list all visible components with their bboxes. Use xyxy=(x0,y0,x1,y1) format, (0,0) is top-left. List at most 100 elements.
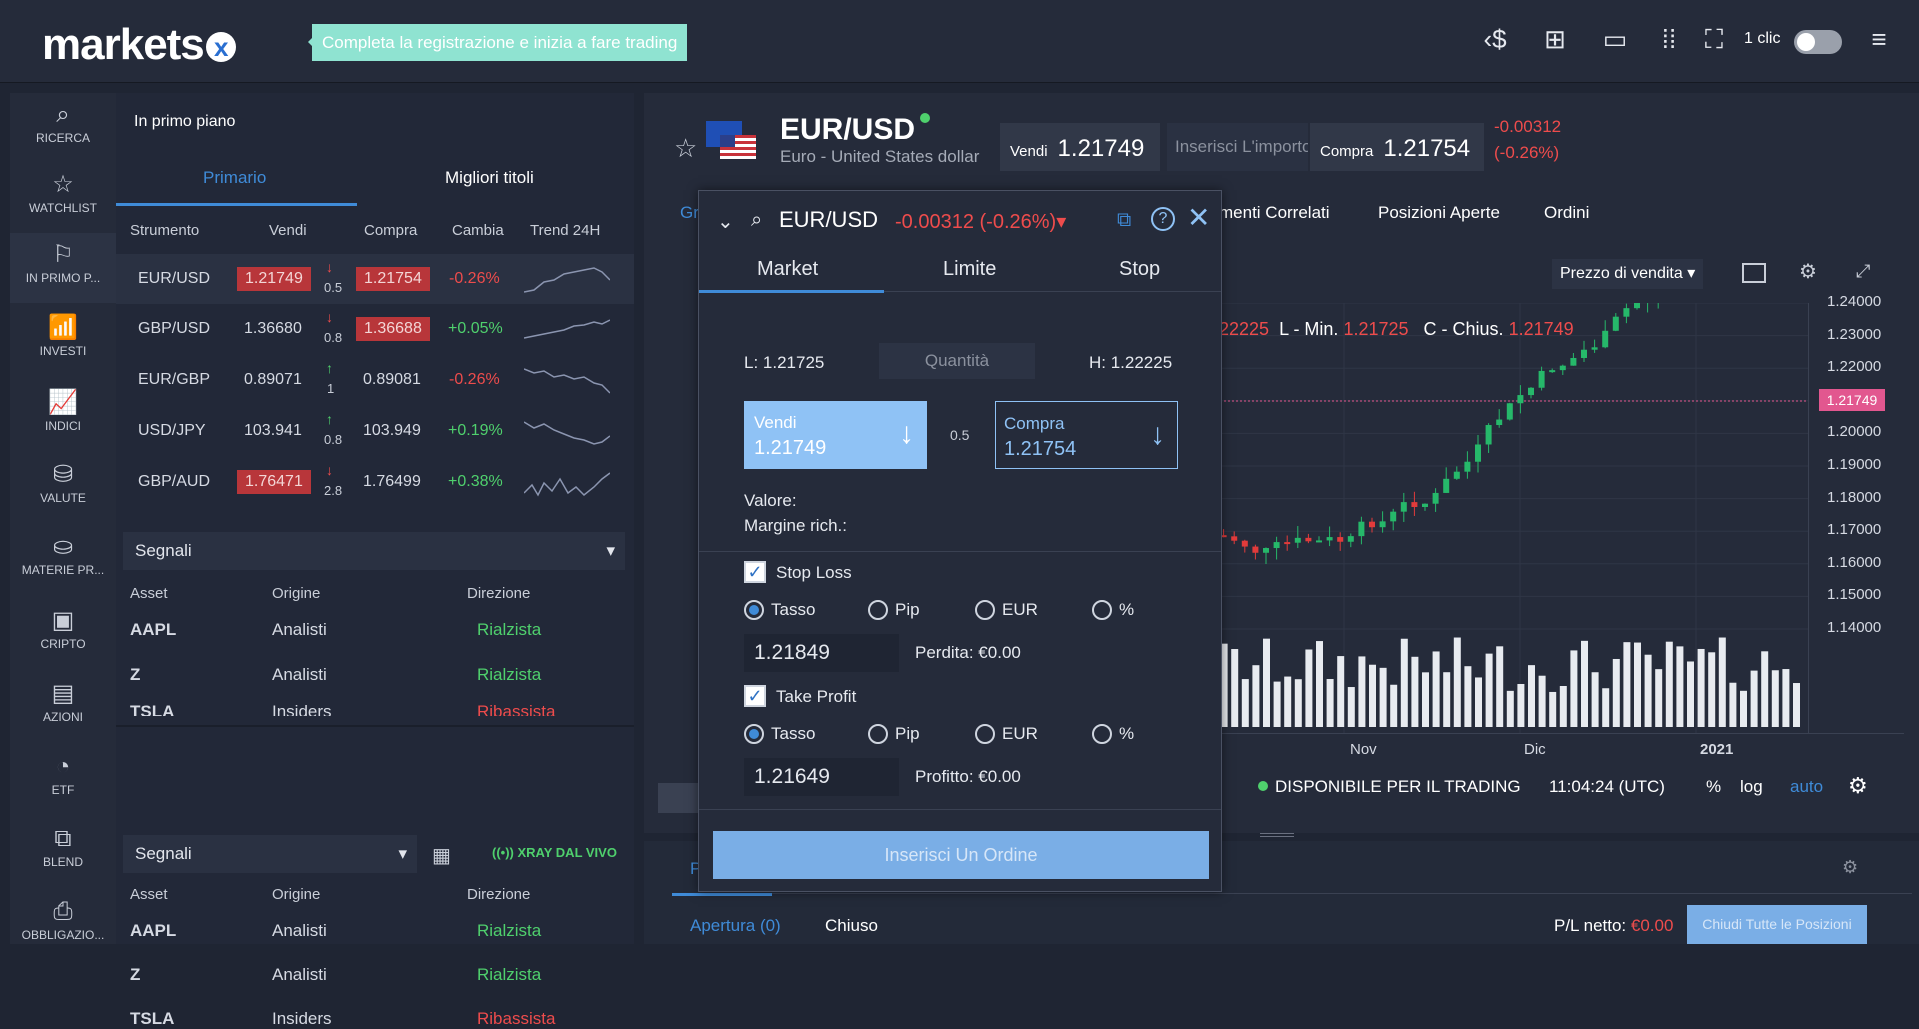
signal-asset[interactable]: TSLA xyxy=(130,1009,174,1029)
tab-orders[interactable]: Ordini xyxy=(1544,203,1589,223)
tab-market[interactable]: Market xyxy=(757,258,818,281)
take-profit-input[interactable]: 1.21649 xyxy=(744,758,899,796)
copy-icon[interactable]: ⧉ xyxy=(1117,209,1131,232)
favorite-star-icon[interactable]: ☆ xyxy=(674,133,697,164)
signal-asset[interactable]: AAPL xyxy=(130,921,176,941)
search-icon[interactable]: ⌕ xyxy=(751,209,762,232)
buy-button[interactable]: Compra 1.21754 ↓ xyxy=(995,401,1178,469)
menu-icon[interactable]: ≡ xyxy=(1862,22,1896,56)
fullscreen-icon[interactable]: ⛶ xyxy=(1697,22,1731,56)
tab-open[interactable]: Apertura (0) xyxy=(690,916,781,936)
calendar-icon[interactable]: ▦ xyxy=(432,843,451,868)
buy-price[interactable]: 1.36688 xyxy=(356,317,430,341)
candle xyxy=(1517,395,1524,404)
sell-price[interactable]: 1.76471 xyxy=(237,470,311,494)
chart-style-icon[interactable] xyxy=(1742,263,1766,283)
tab-chart[interactable]: Gr xyxy=(680,203,699,223)
close-icon[interactable]: ✕ xyxy=(1187,201,1210,234)
sell-quote-button[interactable]: Vendi 1.21749 xyxy=(1000,123,1160,171)
chart-settings-icon[interactable]: ⚙ xyxy=(1848,773,1868,799)
settings-icon[interactable]: ⚙ xyxy=(1799,259,1817,284)
signals-select-2[interactable]: Segnali ▾ xyxy=(123,835,417,873)
nav-featured[interactable]: ⚐ IN PRIMO P... xyxy=(10,233,116,303)
buy-price[interactable]: 1.76499 xyxy=(363,470,421,494)
signal-asset[interactable]: TSLA xyxy=(130,702,174,716)
place-order-button[interactable]: Inserisci Un Ordine xyxy=(713,831,1209,879)
tab-closed[interactable]: Chiuso xyxy=(825,916,878,936)
help-icon[interactable]: ? xyxy=(1151,207,1175,231)
collapse-chevron-icon[interactable]: ⌄ xyxy=(717,209,734,234)
drawing-tools-toggle[interactable] xyxy=(658,783,698,813)
sell-price[interactable]: 103.941 xyxy=(244,419,302,443)
signal-asset[interactable]: AAPL xyxy=(130,620,176,640)
nav-indices[interactable]: 📈 INDICI xyxy=(10,381,116,451)
expand-icon[interactable]: ⤢ xyxy=(1856,261,1870,282)
nav-search[interactable]: ⌕ RICERCA xyxy=(10,93,116,163)
buy-quote-button[interactable]: Compra 1.21754 xyxy=(1310,123,1484,171)
tp-rate-radio[interactable] xyxy=(744,724,764,744)
signal-asset[interactable]: Z xyxy=(130,965,140,985)
percent-scale-button[interactable]: % xyxy=(1706,777,1721,797)
tp-percent-radio[interactable] xyxy=(1092,724,1112,744)
trading-status: DISPONIBILE PER IL TRADING xyxy=(1275,777,1521,796)
sell-price[interactable]: 1.36680 xyxy=(244,317,302,341)
sl-eur-radio[interactable] xyxy=(975,600,995,620)
sell-price[interactable]: 1.21749 xyxy=(237,267,311,291)
amount-input[interactable]: Inserisci L'importo xyxy=(1167,123,1308,171)
buy-price[interactable]: 103.949 xyxy=(363,419,421,443)
nav-stocks[interactable]: ▤ AZIONI xyxy=(10,672,116,742)
xray-live-button[interactable]: ((•)) XRAY DAL VIVO xyxy=(492,845,617,860)
table-row[interactable]: GBP/AUD 1.76471 ↓ 2.8 1.76499 +0.38% xyxy=(116,457,634,507)
log-scale-button[interactable]: log xyxy=(1740,777,1763,797)
volume-bar xyxy=(1369,664,1376,727)
nav-currencies[interactable]: ⛁ VALUTE xyxy=(10,453,116,523)
table-row[interactable]: EUR/GBP 0.89071 ↑ 1 0.89081 -0.26% xyxy=(116,355,634,405)
sl-percent-radio[interactable] xyxy=(1092,600,1112,620)
tab-open-positions[interactable]: Posizioni Aperte xyxy=(1378,203,1500,223)
chat-icon[interactable]: ▭ xyxy=(1598,22,1632,56)
sl-rate-radio[interactable] xyxy=(744,600,764,620)
volume-bar xyxy=(1485,653,1493,727)
take-profit-checkbox[interactable]: ✓ xyxy=(744,685,766,707)
panel-settings-icon[interactable]: ⚙ xyxy=(1842,857,1858,878)
stop-loss-checkbox[interactable]: ✓ xyxy=(744,561,766,583)
tab-related[interactable]: menti Correlati xyxy=(1219,203,1330,223)
nav-commodities[interactable]: ⛀ MATERIE PR... xyxy=(10,525,116,595)
nav-crypto[interactable]: ▣ CRIPTO xyxy=(10,599,116,669)
buy-price[interactable]: 0.89081 xyxy=(363,368,421,392)
one-click-toggle[interactable] xyxy=(1794,30,1842,54)
table-row[interactable]: EUR/USD 1.21749 ↓ 0.5 1.21754 -0.26% xyxy=(116,254,634,304)
auto-scale-button[interactable]: auto xyxy=(1790,777,1823,797)
tab-limit[interactable]: Limite xyxy=(943,258,996,281)
currency-switch-icon[interactable]: ‹$ xyxy=(1478,22,1512,56)
nav-invest[interactable]: 📶 INVESTI xyxy=(10,306,116,376)
price-mode-select[interactable]: Prezzo di vendita ▾ xyxy=(1552,259,1704,289)
table-row[interactable]: GBP/USD 1.36680 ↓ 0.8 1.36688 +0.05% xyxy=(116,304,634,354)
signal-asset[interactable]: Z xyxy=(130,665,140,685)
nav-blend[interactable]: ⧉ BLEND xyxy=(10,817,116,887)
tp-pip-radio[interactable] xyxy=(868,724,888,744)
buy-price[interactable]: 1.21754 xyxy=(356,267,430,291)
sell-button[interactable]: Vendi 1.21749 ↓ xyxy=(744,401,927,469)
logo[interactable]: markets x xyxy=(42,20,236,70)
tab-stop[interactable]: Stop xyxy=(1119,258,1160,281)
close-value: 1.21749 xyxy=(1508,319,1574,339)
sl-pip-radio[interactable] xyxy=(868,600,888,620)
tab-top-stocks[interactable]: Migliori titoli xyxy=(445,168,534,188)
close-all-positions-button[interactable]: Chiudi Tutte le Posizioni xyxy=(1687,905,1867,944)
nav-watchlist[interactable]: ☆ WATCHLIST xyxy=(10,163,116,233)
quantity-input[interactable]: Quantità xyxy=(879,343,1035,379)
candlestick-chart[interactable] xyxy=(1204,303,1808,733)
tab-primary[interactable]: Primario xyxy=(203,168,266,188)
signals-select[interactable]: Segnali ▾ xyxy=(123,532,625,570)
apps-grid-icon[interactable]: ⁞⁞ xyxy=(1652,22,1686,56)
registration-banner[interactable]: Completa la registrazione e inizia a far… xyxy=(307,24,688,61)
layout-icon[interactable]: ⊞ xyxy=(1538,22,1572,56)
table-row[interactable]: USD/JPY 103.941 ↑ 0.8 103.949 +0.19% xyxy=(116,406,634,456)
tp-eur-radio[interactable] xyxy=(975,724,995,744)
sell-price[interactable]: 0.89071 xyxy=(244,368,302,392)
nav-etf[interactable]: ◔ ETF xyxy=(10,745,116,815)
resize-handle[interactable] xyxy=(1260,833,1294,837)
stop-loss-input[interactable]: 1.21849 xyxy=(744,634,899,672)
nav-bonds[interactable]: ⎙ OBBLIGAZIO... xyxy=(10,890,116,960)
